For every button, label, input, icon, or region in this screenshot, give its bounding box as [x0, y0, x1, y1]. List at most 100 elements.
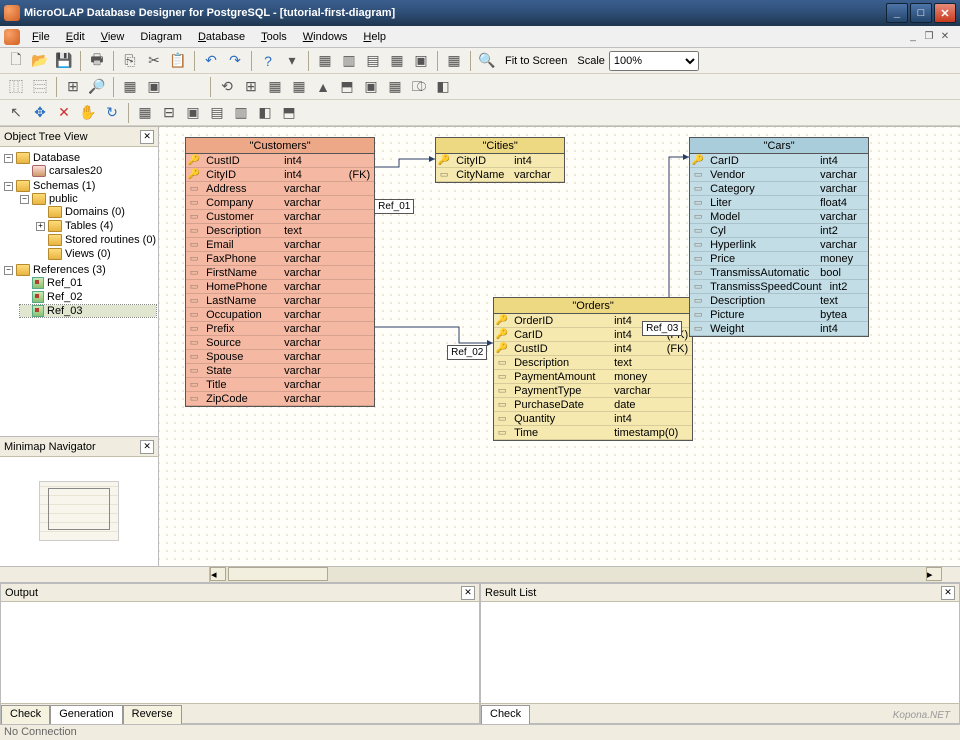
cut-icon[interactable]: ✂: [143, 50, 165, 72]
column-row[interactable]: ▭ Liter float4: [690, 196, 868, 210]
ref-label-03[interactable]: Ref_03: [642, 321, 682, 336]
delete-icon[interactable]: ✕: [53, 102, 75, 124]
column-row[interactable]: ▭ Vendor varchar: [690, 168, 868, 182]
tab-reverse[interactable]: Reverse: [123, 705, 182, 724]
note-icon[interactable]: ▣: [182, 102, 204, 124]
tree-refs[interactable]: References (3): [33, 264, 106, 276]
hand-icon[interactable]: ✋: [77, 102, 99, 124]
tree-ref-01[interactable]: Ref_01: [47, 277, 82, 289]
save-icon[interactable]: 💾: [53, 50, 75, 72]
column-row[interactable]: 🔑 CustID int4 (FK): [494, 342, 692, 356]
grid4-icon[interactable]: ▦: [386, 50, 408, 72]
column-row[interactable]: ▭ Address varchar: [186, 182, 374, 196]
object-tree[interactable]: −Database carsales20 −Schemas (1) −publi…: [0, 147, 158, 436]
canvas-hscroll[interactable]: ◂ ▸: [0, 566, 960, 582]
magnify-icon[interactable]: 🔍: [476, 50, 498, 72]
column-row[interactable]: ▭ TransmissSpeedCount int2: [690, 280, 868, 294]
table-cities[interactable]: "Cities" 🔑 CityID int4 ▭ CityName varcha…: [435, 137, 565, 183]
tool-d8-icon[interactable]: ▦: [384, 76, 406, 98]
column-row[interactable]: ▭ Source varchar: [186, 336, 374, 350]
column-row[interactable]: ▭ Company varchar: [186, 196, 374, 210]
close-button[interactable]: ✕: [934, 3, 956, 23]
tree-database[interactable]: Database: [33, 152, 80, 164]
tool-d2-icon[interactable]: ⊞: [240, 76, 262, 98]
scroll-left-icon[interactable]: ◂: [210, 567, 226, 581]
undo-icon[interactable]: ↶: [200, 50, 222, 72]
refresh-icon[interactable]: ↻: [101, 102, 123, 124]
column-row[interactable]: ▭ Picture bytea: [690, 308, 868, 322]
table-orders[interactable]: "Orders" 🔑 OrderID int4 🔑 CarID int4 (FK…: [493, 297, 693, 441]
grid5-icon[interactable]: ▣: [410, 50, 432, 72]
menu-help[interactable]: Help: [355, 29, 394, 45]
tool-d7-icon[interactable]: ▣: [360, 76, 382, 98]
move-icon[interactable]: ✥: [29, 102, 51, 124]
dropdown-icon[interactable]: ▾: [281, 50, 303, 72]
column-row[interactable]: 🔑 CustID int4: [186, 154, 374, 168]
tool-d5-icon[interactable]: ▲: [312, 76, 334, 98]
column-row[interactable]: 🔑 CityID int4 (FK): [186, 168, 374, 182]
grid3-icon[interactable]: ▤: [362, 50, 384, 72]
output-close-icon[interactable]: ✕: [461, 586, 475, 600]
column-row[interactable]: ▭ Weight int4: [690, 322, 868, 336]
column-row[interactable]: ▭ PurchaseDate date: [494, 398, 692, 412]
tree-ref-02[interactable]: Ref_02: [47, 291, 82, 303]
proc-icon[interactable]: ▥: [230, 102, 252, 124]
print-icon[interactable]: 🖶: [86, 50, 108, 72]
group-icon[interactable]: ⬒: [278, 102, 300, 124]
column-row[interactable]: ▭ CityName varchar: [436, 168, 564, 182]
maximize-button[interactable]: □: [910, 3, 932, 23]
column-row[interactable]: ▭ Hyperlink varchar: [690, 238, 868, 252]
column-row[interactable]: ▭ Price money: [690, 252, 868, 266]
tool-a1-icon[interactable]: ⿲: [5, 76, 27, 98]
menu-tools[interactable]: Tools: [253, 29, 295, 45]
tool-d4-icon[interactable]: ▦: [288, 76, 310, 98]
open-icon[interactable]: 📂: [29, 50, 51, 72]
mdi-restore-icon[interactable]: ❐: [922, 30, 936, 44]
table-customers[interactable]: "Customers" 🔑 CustID int4 🔑 CityID int4 …: [185, 137, 375, 407]
column-row[interactable]: ▭ HomePhone varchar: [186, 280, 374, 294]
column-row[interactable]: ▭ Description text: [494, 356, 692, 370]
tree-close-icon[interactable]: ✕: [140, 130, 154, 144]
copy-icon[interactable]: ⎘: [119, 50, 141, 72]
help-icon[interactable]: ?: [257, 50, 279, 72]
column-row[interactable]: ▭ Customer varchar: [186, 210, 374, 224]
fit-to-screen-label[interactable]: Fit to Screen: [499, 55, 573, 67]
grid6-icon[interactable]: ▦: [443, 50, 465, 72]
column-row[interactable]: ▭ Occupation varchar: [186, 308, 374, 322]
tree-public[interactable]: public: [49, 193, 78, 205]
paste-icon[interactable]: 📋: [167, 50, 189, 72]
redo-icon[interactable]: ↷: [224, 50, 246, 72]
column-row[interactable]: ▭ FirstName varchar: [186, 266, 374, 280]
column-row[interactable]: ▭ FaxPhone varchar: [186, 252, 374, 266]
minimap[interactable]: [0, 457, 158, 565]
column-row[interactable]: ▭ LastName varchar: [186, 294, 374, 308]
mdi-minimize-icon[interactable]: _: [906, 30, 920, 44]
ref-label-02[interactable]: Ref_02: [447, 345, 487, 360]
menu-windows[interactable]: Windows: [295, 29, 356, 45]
tab-generation[interactable]: Generation: [50, 705, 122, 724]
column-row[interactable]: ▭ Title varchar: [186, 378, 374, 392]
tree-dbname[interactable]: carsales20: [49, 165, 102, 177]
column-row[interactable]: ▭ Time timestamp(0): [494, 426, 692, 440]
tool-d10-icon[interactable]: ◧: [432, 76, 454, 98]
tool-d3-icon[interactable]: ▦: [264, 76, 286, 98]
tool-d1-icon[interactable]: ⟲: [216, 76, 238, 98]
column-row[interactable]: ▭ Description text: [690, 294, 868, 308]
domain-icon[interactable]: ◧: [254, 102, 276, 124]
menu-edit[interactable]: Edit: [58, 29, 93, 45]
column-row[interactable]: ▭ Description text: [186, 224, 374, 238]
column-row[interactable]: ▭ ZipCode varchar: [186, 392, 374, 406]
mdi-close-icon[interactable]: ✕: [938, 30, 952, 44]
diagram-canvas[interactable]: "Customers" 🔑 CustID int4 🔑 CityID int4 …: [159, 127, 960, 566]
column-row[interactable]: ▭ PaymentAmount money: [494, 370, 692, 384]
tool-c2-icon[interactable]: ▣: [143, 76, 165, 98]
tab-result-check[interactable]: Check: [481, 705, 530, 724]
column-row[interactable]: ▭ Prefix varchar: [186, 322, 374, 336]
minimap-close-icon[interactable]: ✕: [140, 440, 154, 454]
column-row[interactable]: ▭ State varchar: [186, 364, 374, 378]
column-row[interactable]: ▭ PaymentType varchar: [494, 384, 692, 398]
pointer-icon[interactable]: ↖: [5, 102, 27, 124]
view-icon[interactable]: ▤: [206, 102, 228, 124]
column-row[interactable]: ▭ Model varchar: [690, 210, 868, 224]
tree-tables[interactable]: Tables (4): [65, 220, 113, 232]
